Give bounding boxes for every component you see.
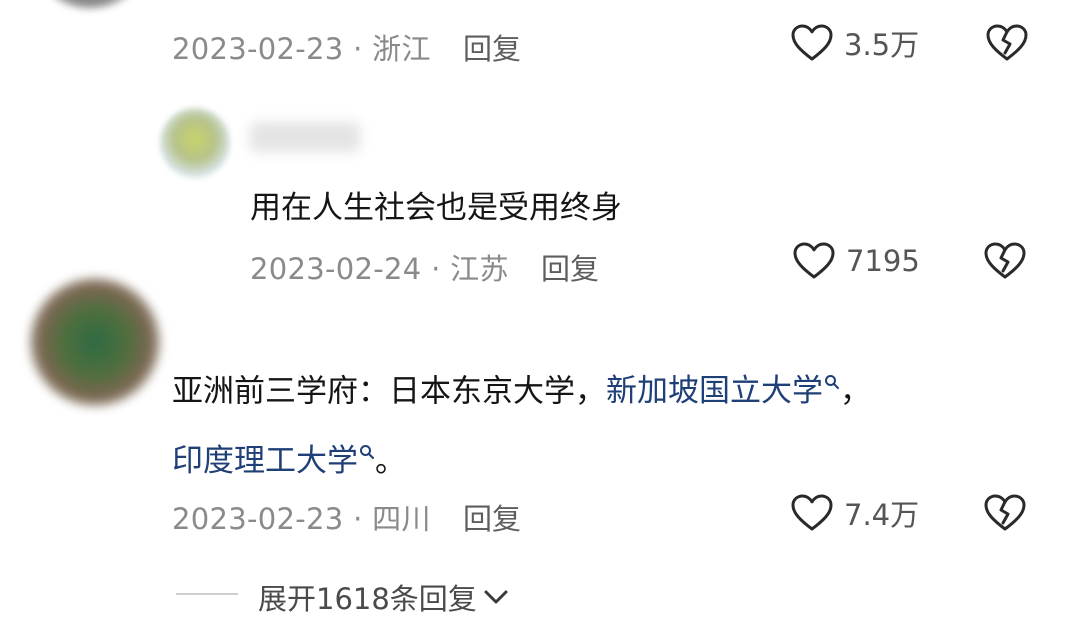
like-count: 7.4万: [844, 498, 920, 532]
comment-text: 用在人生社会也是受用终身: [250, 190, 622, 226]
like-count: 3.5万: [844, 28, 920, 62]
username[interactable]: [250, 122, 360, 152]
heart-icon: [791, 494, 833, 531]
expand-replies-label: 展开1618条回复: [258, 582, 477, 616]
meta-separator: ·: [353, 32, 363, 66]
comment-text-prefix: 亚洲前三学府：日本东京大学，: [172, 373, 606, 410]
comment-meta: 2023-02-23 · 四川: [172, 496, 431, 538]
comment-date: 2023-02-24: [250, 252, 422, 286]
comment-location: 四川: [372, 502, 431, 536]
search-link-label: 新加坡国立大学: [606, 373, 823, 410]
dislike-broken-heart-icon: [984, 494, 1026, 531]
comment-location: 江苏: [450, 252, 509, 286]
search-icon: [359, 432, 375, 468]
like-button[interactable]: 3.5万: [790, 20, 919, 66]
like-button[interactable]: 7.4万: [790, 490, 919, 536]
comment-location: 浙江: [372, 32, 431, 66]
comment-text-line2: 印度理工大学。: [172, 432, 406, 480]
search-link-iit[interactable]: 印度理工大学: [172, 443, 375, 479]
chevron-down-icon: [484, 590, 508, 604]
avatar[interactable]: [160, 108, 230, 178]
dislike-broken-heart-icon: [984, 242, 1026, 279]
comment-text: 亚洲前三学府：日本东京大学，新加坡国立大学 ，: [172, 362, 871, 410]
like-button[interactable]: 7195: [792, 238, 920, 284]
dislike-button[interactable]: [983, 241, 1027, 285]
expand-replies-button[interactable]: 展开1618条回复: [258, 576, 509, 618]
meta-separator: ·: [431, 252, 441, 286]
comment-text-suffix: 。: [375, 443, 406, 480]
heart-icon: [791, 24, 833, 61]
comment-date: 2023-02-23: [172, 502, 344, 536]
comment-date: 2023-02-23: [172, 32, 344, 66]
meta-separator: ·: [353, 502, 363, 536]
search-link-nus[interactable]: 新加坡国立大学: [606, 373, 840, 409]
dislike-button[interactable]: [983, 493, 1027, 537]
reply-button[interactable]: 回复: [463, 496, 521, 538]
search-link-label: 印度理工大学: [172, 443, 358, 480]
comment-meta: 2023-02-23 · 浙江: [172, 26, 431, 68]
comment-text-mid: ，: [840, 373, 871, 410]
dislike-broken-heart-icon: [986, 24, 1028, 61]
search-icon: [824, 362, 840, 398]
dislike-button[interactable]: [985, 23, 1029, 67]
like-count: 7195: [846, 244, 920, 278]
reply-button[interactable]: 回复: [541, 246, 599, 288]
heart-icon: [793, 242, 835, 279]
avatar[interactable]: [30, 278, 160, 406]
expand-divider: [176, 593, 238, 595]
avatar[interactable]: [40, 0, 140, 8]
comment-meta: 2023-02-24 · 江苏: [250, 246, 509, 288]
reply-button[interactable]: 回复: [463, 26, 521, 68]
